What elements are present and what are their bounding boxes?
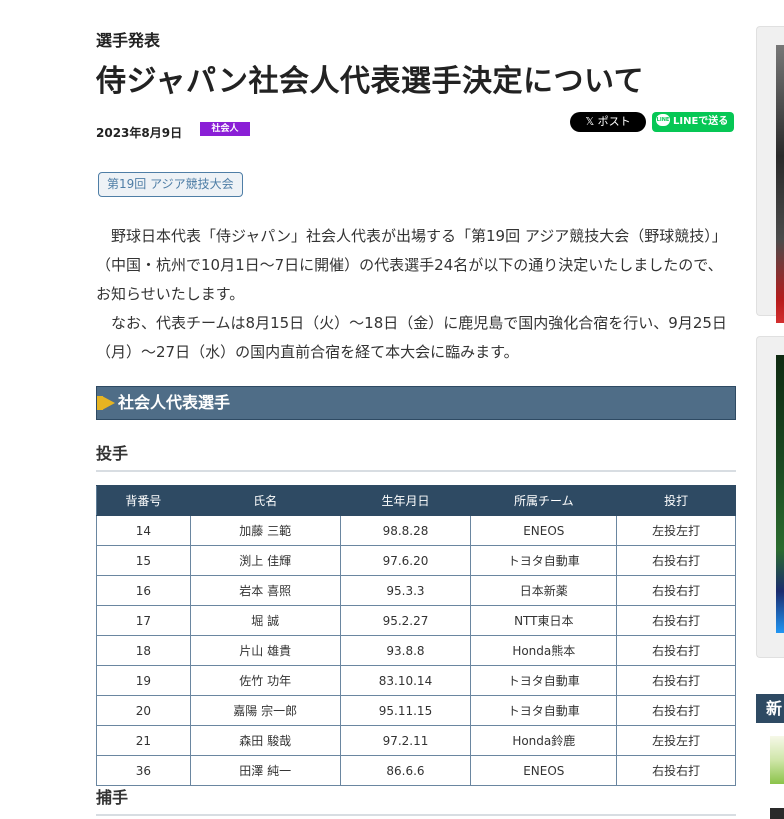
player-birthdate: 97.2.11: [339, 725, 472, 756]
sidebar-heading: 新: [756, 694, 784, 723]
player-birthdate: 97.6.20: [339, 545, 472, 576]
sidebar-thumbnail[interactable]: [770, 808, 784, 819]
col-header-throw-bat: 投打: [616, 485, 736, 516]
table-row: 18 片山 雄貴 93.8.8 Honda熊本 右投右打: [96, 635, 736, 666]
line-share-label: LINEで送る: [673, 116, 729, 127]
table-row: 19 佐竹 功年 83.10.14 トヨタ自動車 右投右打: [96, 665, 736, 696]
article-body: 野球日本代表「侍ジャパン」社会人代表が出場する「第19回 アジア競技大会（野球競…: [96, 222, 736, 367]
player-birthdate: 86.6.6: [339, 755, 472, 786]
tag-asian-games[interactable]: 第19回 アジア競技大会: [98, 172, 243, 197]
page-title: 侍ジャパン社会人代表選手決定について: [96, 64, 645, 99]
col-header-team: 所属チーム: [470, 485, 618, 516]
player-birthdate: 83.10.14: [339, 665, 472, 696]
paragraph: 野球日本代表「侍ジャパン」社会人代表が出場する「第19回 アジア競技大会（野球競…: [96, 227, 727, 303]
player-number: 18: [96, 635, 191, 666]
player-team: ENEOS: [470, 755, 618, 786]
table-row: 14 加藤 三範 98.8.28 ENEOS 左投左打: [96, 515, 736, 546]
player-throw-bat: 右投右打: [616, 575, 736, 606]
player-throw-bat: 右投右打: [616, 635, 736, 666]
player-number: 17: [96, 605, 191, 636]
player-birthdate: 95.11.15: [339, 695, 472, 726]
sidebar-thumbnail[interactable]: [770, 736, 784, 784]
player-number: 20: [96, 695, 191, 726]
table-row: 16 岩本 喜照 95.3.3 日本新薬 右投右打: [96, 575, 736, 606]
player-team: Honda鈴鹿: [470, 725, 618, 756]
player-throw-bat: 右投右打: [616, 695, 736, 726]
sidebar-card[interactable]: [756, 336, 784, 658]
player-name: 片山 雄貴: [189, 635, 341, 666]
pitchers-heading: 投手: [96, 440, 736, 472]
player-throw-bat: 左投左打: [616, 725, 736, 756]
table-row: 21 森田 駿哉 97.2.11 Honda鈴鹿 左投左打: [96, 725, 736, 756]
pitchers-table: 背番号 氏名 生年月日 所属チーム 投打 14 加藤 三範 98.8.28 EN…: [96, 485, 736, 786]
col-header-number: 背番号: [96, 485, 191, 516]
x-post-label: 𝕏 ポスト: [585, 115, 631, 128]
x-post-button[interactable]: 𝕏 ポスト: [570, 112, 646, 132]
table-row: 36 田澤 純一 86.6.6 ENEOS 右投右打: [96, 755, 736, 786]
player-birthdate: 95.3.3: [339, 575, 472, 606]
article-kicker: 選手発表: [96, 31, 161, 50]
paragraph: なお、代表チームは8月15日（火）～18日（金）に鹿児島で国内強化合宿を行い、9…: [96, 314, 727, 361]
player-name: 加藤 三範: [189, 515, 341, 546]
player-team: トヨタ自動車: [470, 695, 618, 726]
col-header-birthdate: 生年月日: [339, 485, 472, 516]
line-share-button[interactable]: LINE LINEで送る: [652, 112, 734, 132]
table-row: 15 渕上 佳輝 97.6.20 トヨタ自動車 右投右打: [96, 545, 736, 576]
section-heading: 社会人代表選手: [96, 386, 736, 420]
player-team: Honda熊本: [470, 635, 618, 666]
player-throw-bat: 右投右打: [616, 605, 736, 636]
table-row: 20 嘉陽 宗一郎 95.11.15 トヨタ自動車 右投右打: [96, 695, 736, 726]
player-name: 森田 駿哉: [189, 725, 341, 756]
player-name: 嘉陽 宗一郎: [189, 695, 341, 726]
player-name: 岩本 喜照: [189, 575, 341, 606]
player-throw-bat: 右投右打: [616, 665, 736, 696]
sidebar-image: [776, 45, 784, 323]
sidebar-image: [776, 355, 784, 633]
line-icon: LINE: [656, 114, 670, 126]
player-name: 佐竹 功年: [189, 665, 341, 696]
player-number: 14: [96, 515, 191, 546]
player-birthdate: 95.2.27: [339, 605, 472, 636]
sidebar-card[interactable]: [756, 26, 784, 323]
player-team: 日本新薬: [470, 575, 618, 606]
player-throw-bat: 右投右打: [616, 755, 736, 786]
player-birthdate: 93.8.8: [339, 635, 472, 666]
table-row: 17 堀 誠 95.2.27 NTT東日本 右投右打: [96, 605, 736, 636]
player-name: 渕上 佳輝: [189, 545, 341, 576]
table-header-row: 背番号 氏名 生年月日 所属チーム 投打: [96, 485, 736, 516]
player-team: NTT東日本: [470, 605, 618, 636]
player-number: 16: [96, 575, 191, 606]
player-number: 19: [96, 665, 191, 696]
category-badge[interactable]: 社会人: [200, 122, 250, 136]
catchers-heading: 捕手: [96, 784, 736, 816]
player-team: トヨタ自動車: [470, 665, 618, 696]
player-number: 21: [96, 725, 191, 756]
player-throw-bat: 右投右打: [616, 545, 736, 576]
player-name: 田澤 純一: [189, 755, 341, 786]
publish-date: 2023年8月9日: [96, 126, 183, 140]
section-title: 社会人代表選手: [118, 393, 231, 412]
player-team: トヨタ自動車: [470, 545, 618, 576]
player-team: ENEOS: [470, 515, 618, 546]
col-header-name: 氏名: [189, 485, 341, 516]
player-name: 堀 誠: [189, 605, 341, 636]
player-number: 36: [96, 755, 191, 786]
player-throw-bat: 左投左打: [616, 515, 736, 546]
player-number: 15: [96, 545, 191, 576]
player-birthdate: 98.8.28: [339, 515, 472, 546]
